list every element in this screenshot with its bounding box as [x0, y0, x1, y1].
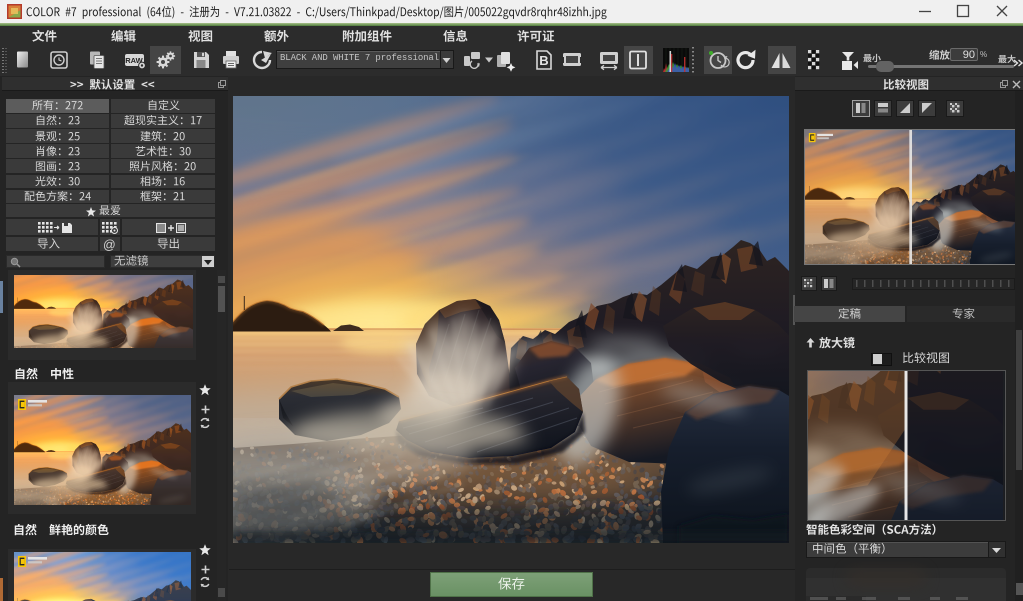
svg-text:B: B: [539, 53, 548, 68]
